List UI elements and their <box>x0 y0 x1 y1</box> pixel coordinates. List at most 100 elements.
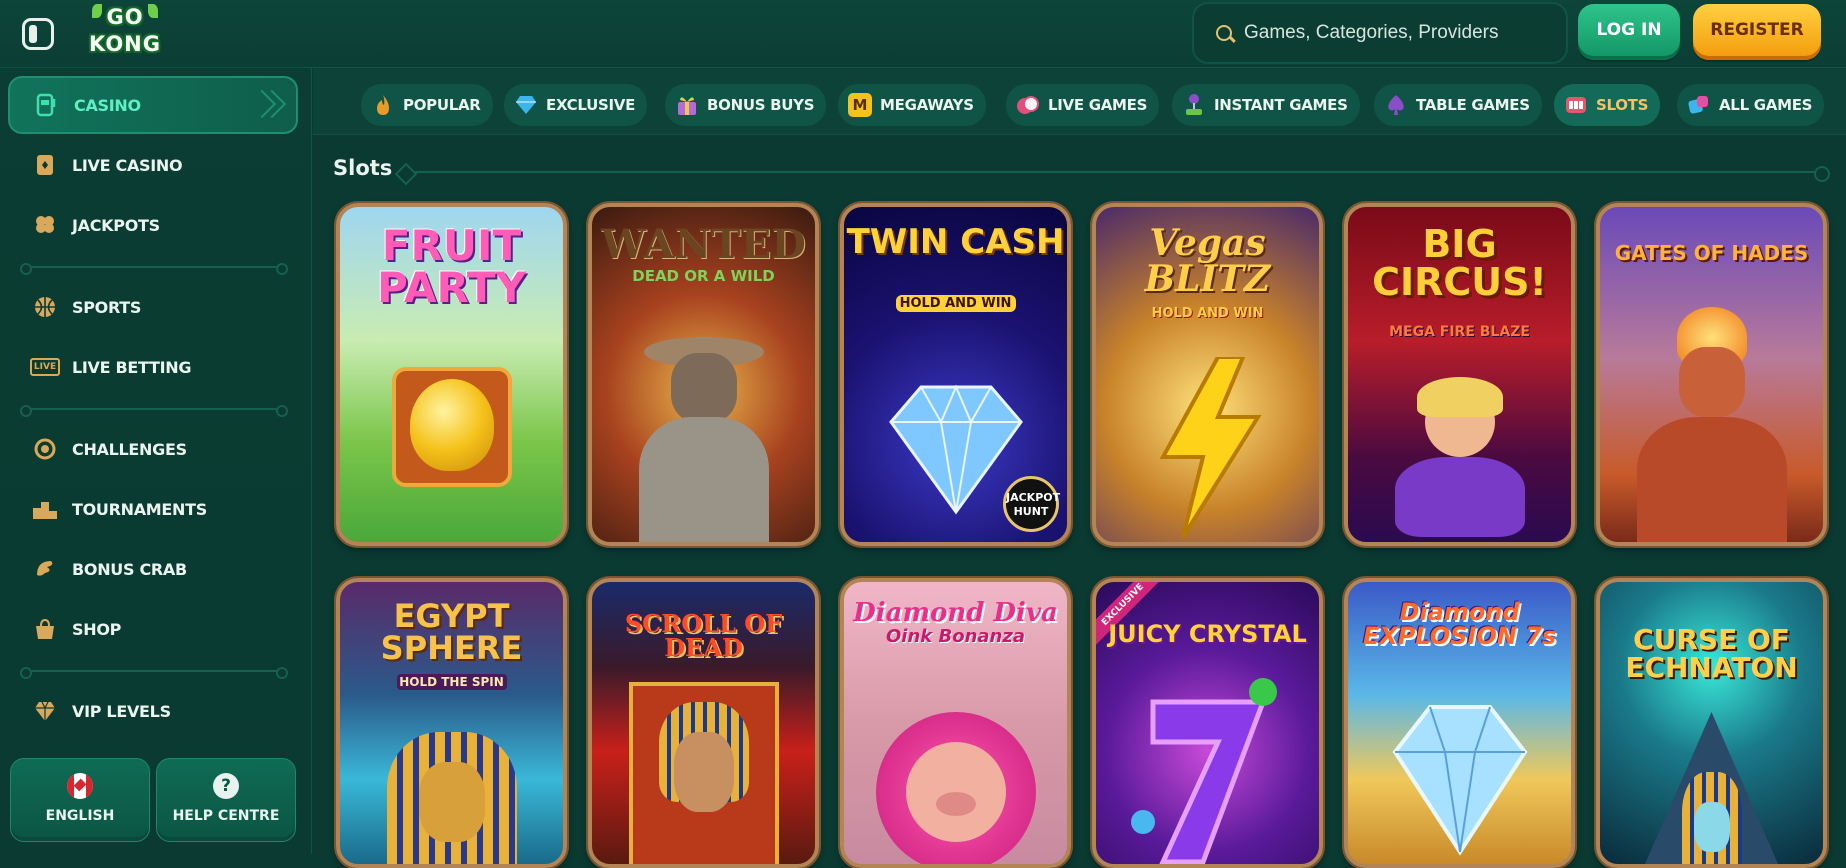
game-title: TWIN CASH <box>846 222 1065 262</box>
register-button[interactable]: REGISTER <box>1693 4 1821 60</box>
search-input[interactable]: Games, Categories, Providers <box>1192 2 1568 64</box>
big-diamond-icon <box>1375 692 1545 862</box>
game-subtitle: Oink Bonanza <box>885 626 1025 647</box>
tab-slots[interactable]: SLOTS <box>1554 84 1661 126</box>
pharaoh-mask-icon <box>386 732 517 864</box>
language-label: ENGLISH <box>45 808 115 824</box>
sidebar-item-label: TOURNAMENTS <box>72 499 207 519</box>
fruit-symbol-icon <box>391 367 512 487</box>
category-tabs: POPULAR EXCLUSIVE BONUS BUYS M MEGAWAYS … <box>313 68 1846 135</box>
tab-instant-games[interactable]: INSTANT GAMES <box>1172 84 1360 126</box>
sidebar-item-casino[interactable]: CASINO <box>8 76 298 134</box>
sidebar-item-label: LIVE BETTING <box>72 357 192 377</box>
game-subtitle: HOLD AND WIN <box>895 295 1016 312</box>
sidebar-item-live-betting[interactable]: LIVE LIVE BETTING <box>8 338 298 396</box>
section-title: Slots <box>333 156 393 180</box>
game-card-juicy-crystal[interactable]: EXCLUSIVE JUICY CRYSTAL <box>1092 578 1323 868</box>
sidebar-item-jackpots[interactable]: JACKPOTS <box>8 196 298 254</box>
game-card-gates-of-hades[interactable]: GATES OF HADES <box>1596 203 1827 546</box>
help-label: HELP CENTRE <box>172 808 280 824</box>
sidebar-item-tournaments[interactable]: TOURNAMENTS <box>8 480 298 538</box>
clover-icon <box>32 212 58 238</box>
pharaoh-queen-icon <box>619 682 789 864</box>
game-card-scroll-of-dead[interactable]: SCROLL OF DEAD <box>588 578 819 868</box>
sidebar-item-bonus-crab[interactable]: BONUS CRAB <box>8 540 298 598</box>
shopping-bag-icon <box>32 616 58 642</box>
search-icon <box>1216 25 1232 41</box>
tab-label: POPULAR <box>403 96 481 114</box>
sidebar-item-challenges[interactable]: CHALLENGES <box>8 420 298 478</box>
game-title: Vegas BLITZ <box>1144 222 1271 300</box>
tab-label: BONUS BUYS <box>707 96 815 114</box>
tab-exclusive[interactable]: EXCLUSIVE <box>504 84 648 126</box>
pharaoh-statue-icon <box>1641 712 1782 864</box>
acrobat-figure-icon <box>1375 377 1545 537</box>
tab-megaways[interactable]: M MEGAWAYS <box>838 84 986 126</box>
sidebar-item-shop[interactable]: SHOP <box>8 600 298 658</box>
slot-machine-icon <box>34 92 60 118</box>
game-card-wanted[interactable]: WANTED DEAD OR A WILD <box>588 203 819 546</box>
game-title: Diamond EXPLOSION 7s <box>1362 598 1557 650</box>
section-divider <box>402 166 1830 182</box>
game-subtitle: HOLD THE SPIN <box>396 674 507 690</box>
dice-icon <box>1687 93 1711 117</box>
tab-all-games[interactable]: ALL GAMES <box>1677 84 1825 126</box>
slot-icon <box>1564 93 1588 117</box>
tab-label: ALL GAMES <box>1719 96 1813 114</box>
sidebar-divider <box>20 667 288 679</box>
tab-table-games[interactable]: TABLE GAMES <box>1374 84 1542 126</box>
sidebar-item-sports[interactable]: SPORTS <box>8 278 298 336</box>
sidebar-divider <box>20 263 288 275</box>
sidebar-item-label: SHOP <box>72 619 122 639</box>
tab-label: TABLE GAMES <box>1416 96 1530 114</box>
sidebar-item-live-casino[interactable]: LIVE CASINO <box>8 136 298 194</box>
question-icon: ? <box>213 773 239 799</box>
game-title: CURSE OF ECHNATON <box>1625 623 1798 684</box>
game-title: JUICY CRYSTAL <box>1108 620 1307 648</box>
game-card-egypt-sphere[interactable]: EGYPT SPHERE HOLD THE SPIN <box>336 578 567 868</box>
tab-label: MEGAWAYS <box>880 96 974 114</box>
spade-icon <box>1384 93 1408 117</box>
game-card-fruit-party[interactable]: FRUIT PARTY <box>336 203 567 546</box>
sidebar-item-label: LIVE CASINO <box>72 155 183 175</box>
sidebar-toggle-icon[interactable] <box>22 18 54 50</box>
sidebar-item-label: CHALLENGES <box>72 439 187 459</box>
game-subtitle: MEGA FIRE BLAZE <box>1389 324 1530 340</box>
lightning-bolt-icon <box>1148 355 1268 539</box>
sidebar-item-label: JACKPOTS <box>72 215 160 235</box>
hades-figure-icon <box>1627 307 1797 542</box>
tab-bonus-buys[interactable]: BONUS BUYS <box>665 84 827 126</box>
jackpot-hunt-badge: JACKPOT HUNT <box>1003 476 1060 532</box>
tab-live-games[interactable]: LIVE GAMES <box>1006 84 1160 126</box>
game-card-diamond-explosion[interactable]: Diamond EXPLOSION 7s <box>1344 578 1575 868</box>
game-title: WANTED <box>601 221 806 268</box>
tab-label: INSTANT GAMES <box>1214 96 1348 114</box>
game-subtitle: HOLD AND WIN <box>1151 306 1264 321</box>
sidebar-item-label: VIP LEVELS <box>72 701 171 721</box>
game-card-curse-of-echnaton[interactable]: CURSE OF ECHNATON <box>1596 578 1827 868</box>
game-card-vegas-blitz[interactable]: Vegas BLITZ HOLD AND WIN <box>1092 203 1323 546</box>
sidebar-item-label: BONUS CRAB <box>72 559 187 579</box>
diamond-icon <box>32 698 58 724</box>
game-title: Diamond Diva <box>853 598 1058 628</box>
help-centre-button[interactable]: ? HELP CENTRE <box>156 758 296 842</box>
game-card-twin-cash[interactable]: TWIN CASH HOLD AND WIN JACKPOT HUNT <box>840 203 1071 546</box>
podium-icon <box>32 496 58 522</box>
seven-symbol-icon <box>1123 672 1293 864</box>
game-card-big-circus[interactable]: BIG CIRCUS! MEGA FIRE BLAZE <box>1344 203 1575 546</box>
game-title: EGYPT SPHERE <box>380 597 523 667</box>
game-title: FRUIT PARTY <box>377 221 526 312</box>
sidebar-item-vip-levels[interactable]: VIP LEVELS <box>8 682 298 740</box>
game-title: BIG CIRCUS! <box>1372 222 1547 304</box>
login-button[interactable]: LOG IN <box>1578 4 1680 60</box>
playing-card-icon <box>32 152 58 178</box>
gokong-logo[interactable]: GO KONG <box>82 4 168 62</box>
game-card-diamond-diva[interactable]: Diamond Diva Oink Bonanza <box>840 578 1071 868</box>
leaf-icon <box>148 4 158 18</box>
language-button[interactable]: ENGLISH <box>10 758 150 842</box>
tab-popular[interactable]: POPULAR <box>361 84 493 126</box>
logo-text-bottom: KONG <box>89 32 161 56</box>
medal-icon <box>32 436 58 462</box>
game-subtitle: DEAD OR A WILD <box>632 267 775 285</box>
gift-icon <box>675 93 699 117</box>
